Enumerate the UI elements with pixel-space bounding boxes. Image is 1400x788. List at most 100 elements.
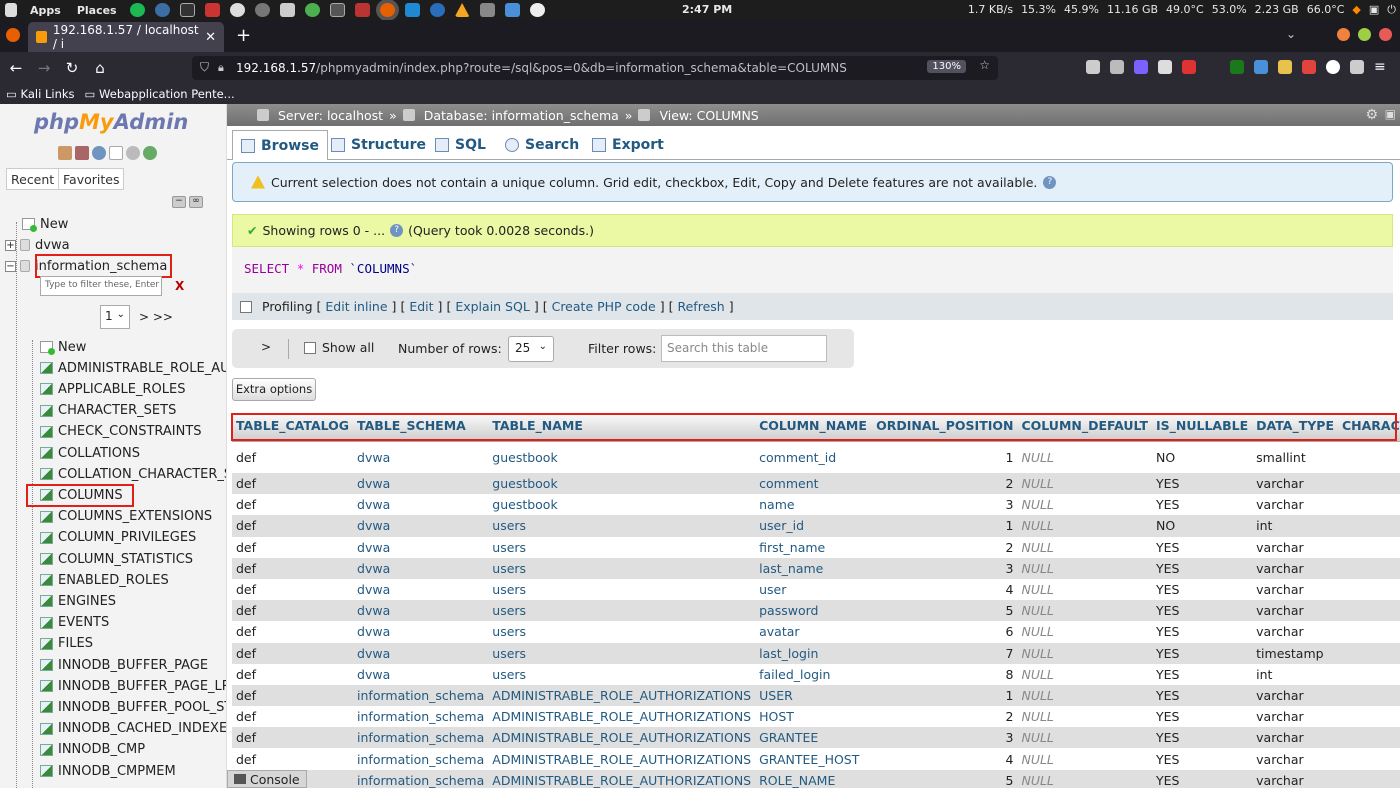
places-menu[interactable]: Places — [69, 4, 125, 17]
table-cell[interactable]: ADMINISTRABLE_ROLE_AUTHORIZATIONS — [488, 748, 756, 770]
help-icon[interactable] — [92, 146, 106, 160]
next-page-button[interactable]: > — [256, 340, 276, 358]
table-cell[interactable]: dvwa — [353, 578, 489, 601]
new-tab-button[interactable]: + — [236, 25, 251, 46]
table-cell[interactable]: users — [488, 600, 756, 622]
extension-icon[interactable] — [1326, 60, 1340, 74]
tree-item-table[interactable]: INNODB_CMP — [40, 740, 145, 760]
table-cell[interactable]: information_schema — [353, 706, 489, 728]
table-cell[interactable]: guestbook — [488, 441, 756, 473]
tree-item-table[interactable]: FILES — [40, 634, 93, 654]
table-cell[interactable]: GRANTEE — [755, 727, 873, 749]
tab-export[interactable]: Export — [584, 130, 672, 160]
table-cell[interactable]: dvwa — [353, 600, 489, 622]
tree-item-table[interactable]: ENGINES — [40, 591, 116, 611]
bookmark-star-icon[interactable]: ☆ — [979, 58, 990, 72]
tab-browse[interactable]: Browse — [232, 130, 328, 160]
table-cell[interactable]: comment — [755, 473, 873, 495]
tree-filter-input[interactable]: Type to filter these, Enter to — [40, 276, 162, 296]
table-cell[interactable]: dvwa — [353, 515, 489, 537]
create-php-code-link[interactable]: Create PHP code — [552, 299, 656, 314]
table-cell[interactable]: ADMINISTRABLE_ROLE_AUTHORIZATIONS — [488, 706, 756, 728]
tree-page-select[interactable]: 1 ⌄ — [100, 305, 130, 329]
tree-item-table[interactable]: ADMINISTRABLE_ROLE_AUTHORIZATIONS — [40, 358, 226, 378]
tree-item-table[interactable]: COLUMNS_EXTENSIONS — [40, 507, 212, 527]
edit-link[interactable]: Edit — [409, 299, 433, 314]
recent-tab[interactable]: Recent — [6, 168, 60, 190]
table-cell[interactable]: last_login — [755, 642, 873, 664]
table-cell[interactable]: information_schema — [353, 727, 489, 749]
table-cell[interactable]: GRANTEE_HOST — [755, 748, 873, 770]
zoom-level[interactable]: 130% — [927, 60, 966, 73]
breadcrumb-server[interactable]: Server: localhost — [278, 108, 383, 123]
table-cell[interactable]: comment_id — [755, 441, 873, 473]
collapse-all-icon[interactable]: − — [172, 196, 186, 208]
collapse-icon[interactable]: − — [5, 260, 16, 272]
tree-item-dvwa[interactable]: + dvwa — [5, 235, 70, 255]
extension-icon[interactable] — [1110, 60, 1124, 74]
app-launcher-icon[interactable] — [154, 3, 170, 17]
table-cell[interactable]: ADMINISTRABLE_ROLE_AUTHORIZATIONS — [488, 727, 756, 749]
reload-icon[interactable] — [143, 146, 157, 160]
number-of-rows-select[interactable]: 25 ⌄ — [508, 336, 554, 362]
menu-hamburger-icon[interactable]: ≡ — [1374, 60, 1388, 74]
profiling-checkbox[interactable] — [240, 300, 252, 313]
table-cell[interactable]: password — [755, 600, 873, 622]
table-cell[interactable]: ADMINISTRABLE_ROLE_AUTHORIZATIONS — [488, 684, 756, 707]
tree-item-table[interactable]: INNODB_BUFFER_PAGE_LRU — [40, 676, 226, 696]
close-window-button[interactable] — [1379, 28, 1392, 41]
table-cell[interactable]: first_name — [755, 536, 873, 558]
table-cell[interactable]: dvwa — [353, 642, 489, 664]
table-cell[interactable]: USER — [755, 684, 873, 707]
table-cell[interactable]: dvwa — [353, 621, 489, 643]
extension-icon[interactable] — [1206, 60, 1220, 74]
bookmark-kali-links[interactable]: ▭ Kali Links — [6, 87, 75, 101]
edit-inline-link[interactable]: Edit inline — [325, 299, 387, 314]
app-launcher-icon[interactable] — [254, 3, 270, 17]
table-cell[interactable]: dvwa — [353, 536, 489, 558]
breadcrumb-database[interactable]: Database: information_schema — [424, 108, 619, 123]
table-cell[interactable]: guestbook — [488, 494, 756, 516]
app-launcher-icon[interactable] — [504, 3, 520, 17]
minimize-button[interactable] — [1337, 28, 1350, 41]
vscode-icon[interactable] — [404, 3, 420, 17]
tree-item-table[interactable]: COLLATIONS — [40, 443, 140, 463]
clock[interactable]: 2:47 PM — [682, 3, 732, 16]
favorites-tab[interactable]: Favorites — [58, 168, 125, 190]
spotify-icon[interactable] — [129, 3, 145, 17]
folder-icon[interactable] — [279, 3, 295, 17]
firefox-icon[interactable] — [6, 28, 20, 42]
extension-icon[interactable] — [1158, 60, 1172, 74]
table-cell[interactable]: users — [488, 578, 756, 601]
app-launcher-icon[interactable] — [479, 3, 495, 17]
filter-rows-input[interactable]: Search this table — [661, 335, 827, 362]
pocket-icon[interactable] — [1086, 60, 1100, 74]
help-icon[interactable]: ? — [1043, 175, 1057, 189]
tree-item-table[interactable]: INNODB_BUFFER_POOL_STATS — [40, 697, 226, 717]
table-cell[interactable]: ADMINISTRABLE_ROLE_AUTHORIZATIONS — [488, 769, 756, 788]
link-icon[interactable]: ∞ — [189, 196, 203, 208]
tree-item-table[interactable]: COLLATION_CHARACTER_SET_APPLICABILITY — [40, 464, 226, 484]
tab-structure[interactable]: Structure — [323, 130, 434, 160]
bookmark-webapp-folder[interactable]: ▭ Webapplication Pente... — [85, 87, 235, 101]
table-cell[interactable]: users — [488, 642, 756, 664]
extensions-puzzle-icon[interactable] — [1350, 60, 1364, 74]
extra-options-button[interactable]: Extra options — [232, 378, 316, 401]
app-launcher-icon[interactable] — [429, 3, 445, 17]
tree-item-table[interactable]: INNODB_BUFFER_PAGE — [40, 655, 208, 675]
tray-icon[interactable]: ▣ — [1369, 3, 1379, 17]
collapse-icon[interactable]: ▣ — [1385, 107, 1396, 121]
table-cell[interactable]: information_schema — [353, 684, 489, 707]
tree-item-table[interactable]: INNODB_CMPMEM — [40, 761, 176, 781]
table-cell[interactable]: users — [488, 663, 756, 685]
extension-icon[interactable] — [1278, 60, 1292, 74]
reload-button[interactable]: ↻ — [58, 59, 86, 77]
maximize-button[interactable] — [1358, 28, 1371, 41]
home-icon[interactable] — [58, 146, 72, 160]
table-cell[interactable]: users — [488, 515, 756, 537]
tree-item-table[interactable]: CHECK_CONSTRAINTS — [40, 422, 202, 442]
firefox-icon[interactable] — [379, 3, 395, 17]
extension-icon[interactable] — [1134, 60, 1148, 74]
tab-search[interactable]: Search — [497, 130, 587, 160]
tree-next-page[interactable]: > >> — [139, 310, 173, 324]
